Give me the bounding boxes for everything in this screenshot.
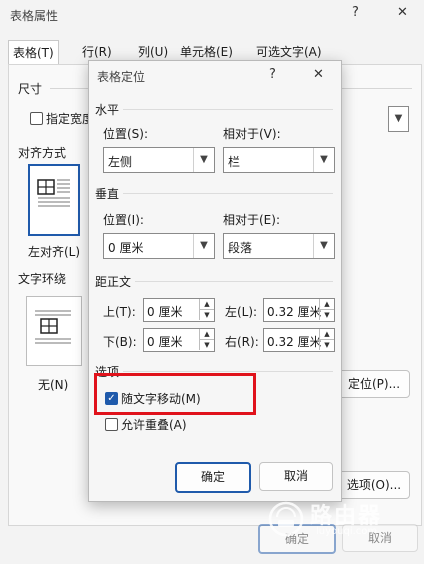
width-unit-combo[interactable]: ▼ xyxy=(388,106,409,132)
right-value: 0.32 厘米 xyxy=(267,335,322,349)
h-relative-value: 栏 xyxy=(228,155,241,169)
router-logo-icon xyxy=(268,501,304,537)
spin-up-icon[interactable]: ▲ xyxy=(199,299,214,310)
divider xyxy=(123,193,333,194)
h-position-value: 左侧 xyxy=(108,155,133,169)
options-button[interactable]: 选项(O)... xyxy=(338,471,410,499)
divider xyxy=(123,109,333,110)
spin-down-icon[interactable]: ▼ xyxy=(199,310,214,320)
chevron-down-icon: ▼ xyxy=(313,148,334,172)
spin-down-icon[interactable]: ▼ xyxy=(319,310,334,320)
help-icon[interactable]: ? xyxy=(352,5,359,20)
v-relative-label: 相对于(E): xyxy=(223,213,280,227)
vertical-group-label: 垂直 xyxy=(95,187,120,201)
h-position-label: 位置(S): xyxy=(103,127,149,141)
v-position-value: 0 厘米 xyxy=(108,241,144,255)
bottom-label: 下(B): xyxy=(103,335,137,349)
h-relative-combo[interactable]: 栏 ▼ xyxy=(223,147,335,173)
align-left-option[interactable] xyxy=(28,164,80,236)
dialog-title: 表格定位 xyxy=(97,70,146,84)
tab-table[interactable]: 表格(T) xyxy=(8,40,59,65)
spin-up-icon[interactable]: ▲ xyxy=(319,299,334,310)
allow-overlap-label: 允许重叠(A) xyxy=(121,418,187,432)
position-button[interactable]: 定位(P)... xyxy=(338,370,410,398)
right-label: 右(R): xyxy=(225,335,259,349)
alignment-label: 对齐方式 xyxy=(18,146,67,160)
allow-overlap-checkbox[interactable] xyxy=(105,418,118,431)
spin-up-icon[interactable]: ▲ xyxy=(199,329,214,340)
back-dialog-titlebar: 表格属性 ? ✕ xyxy=(0,0,424,30)
close-icon[interactable]: ✕ xyxy=(313,67,324,82)
left-label: 左(L): xyxy=(225,305,258,319)
align-left-label: 左对齐(L) xyxy=(28,245,81,259)
close-icon[interactable]: ✕ xyxy=(397,5,408,20)
wrapping-label: 文字环绕 xyxy=(18,272,67,286)
top-spinner[interactable]: 0 厘米 ▲ ▼ xyxy=(143,298,215,322)
top-value: 0 厘米 xyxy=(147,305,183,319)
chevron-down-icon: ▼ xyxy=(394,113,403,124)
horizontal-group-label: 水平 xyxy=(95,103,120,117)
h-relative-label: 相对于(V): xyxy=(223,127,281,141)
bottom-value: 0 厘米 xyxy=(147,335,183,349)
divider xyxy=(123,371,333,372)
watermark: 路由器 luyouqi.com xyxy=(266,496,416,542)
chevron-down-icon: ▼ xyxy=(193,234,214,258)
spin-down-icon[interactable]: ▼ xyxy=(199,340,214,350)
size-label: 尺寸 xyxy=(18,82,43,96)
table-positioning-dialog: 表格定位 ? ✕ 水平 位置(S): 相对于(V): 左侧 ▼ 栏 ▼ 垂直 位… xyxy=(88,60,342,502)
chevron-down-icon: ▼ xyxy=(313,234,334,258)
spin-up-icon[interactable]: ▲ xyxy=(319,329,334,340)
v-position-combo[interactable]: 0 厘米 ▼ xyxy=(103,233,215,259)
v-relative-value: 段落 xyxy=(228,241,253,255)
right-spinner[interactable]: 0.32 厘米 ▲ ▼ xyxy=(263,328,335,352)
distance-group-label: 距正文 xyxy=(95,275,132,289)
highlight-box xyxy=(94,373,256,415)
wrap-none-label: 无(N) xyxy=(38,378,69,392)
divider xyxy=(135,281,333,282)
cancel-button[interactable]: 取消 xyxy=(259,462,333,491)
wrap-none-option[interactable] xyxy=(26,296,82,366)
chevron-down-icon: ▼ xyxy=(193,148,214,172)
preferred-width-label: 指定宽度 xyxy=(46,112,88,126)
spin-down-icon[interactable]: ▼ xyxy=(319,340,334,350)
table-left-align-icon xyxy=(37,179,70,207)
table-no-wrap-icon xyxy=(35,310,71,344)
left-value: 0.32 厘米 xyxy=(267,305,322,319)
preferred-width-checkbox[interactable] xyxy=(30,112,43,125)
back-dialog-title: 表格属性 xyxy=(10,9,59,23)
bottom-spinner[interactable]: 0 厘米 ▲ ▼ xyxy=(143,328,215,352)
ok-button[interactable]: 确定 xyxy=(175,462,251,493)
top-label: 上(T): xyxy=(103,305,136,319)
help-icon[interactable]: ? xyxy=(269,67,276,82)
left-spinner[interactable]: 0.32 厘米 ▲ ▼ xyxy=(263,298,335,322)
v-position-label: 位置(I): xyxy=(103,213,144,227)
watermark-subtext: luyouqi.com xyxy=(316,526,378,537)
h-position-combo[interactable]: 左侧 ▼ xyxy=(103,147,215,173)
v-relative-combo[interactable]: 段落 ▼ xyxy=(223,233,335,259)
